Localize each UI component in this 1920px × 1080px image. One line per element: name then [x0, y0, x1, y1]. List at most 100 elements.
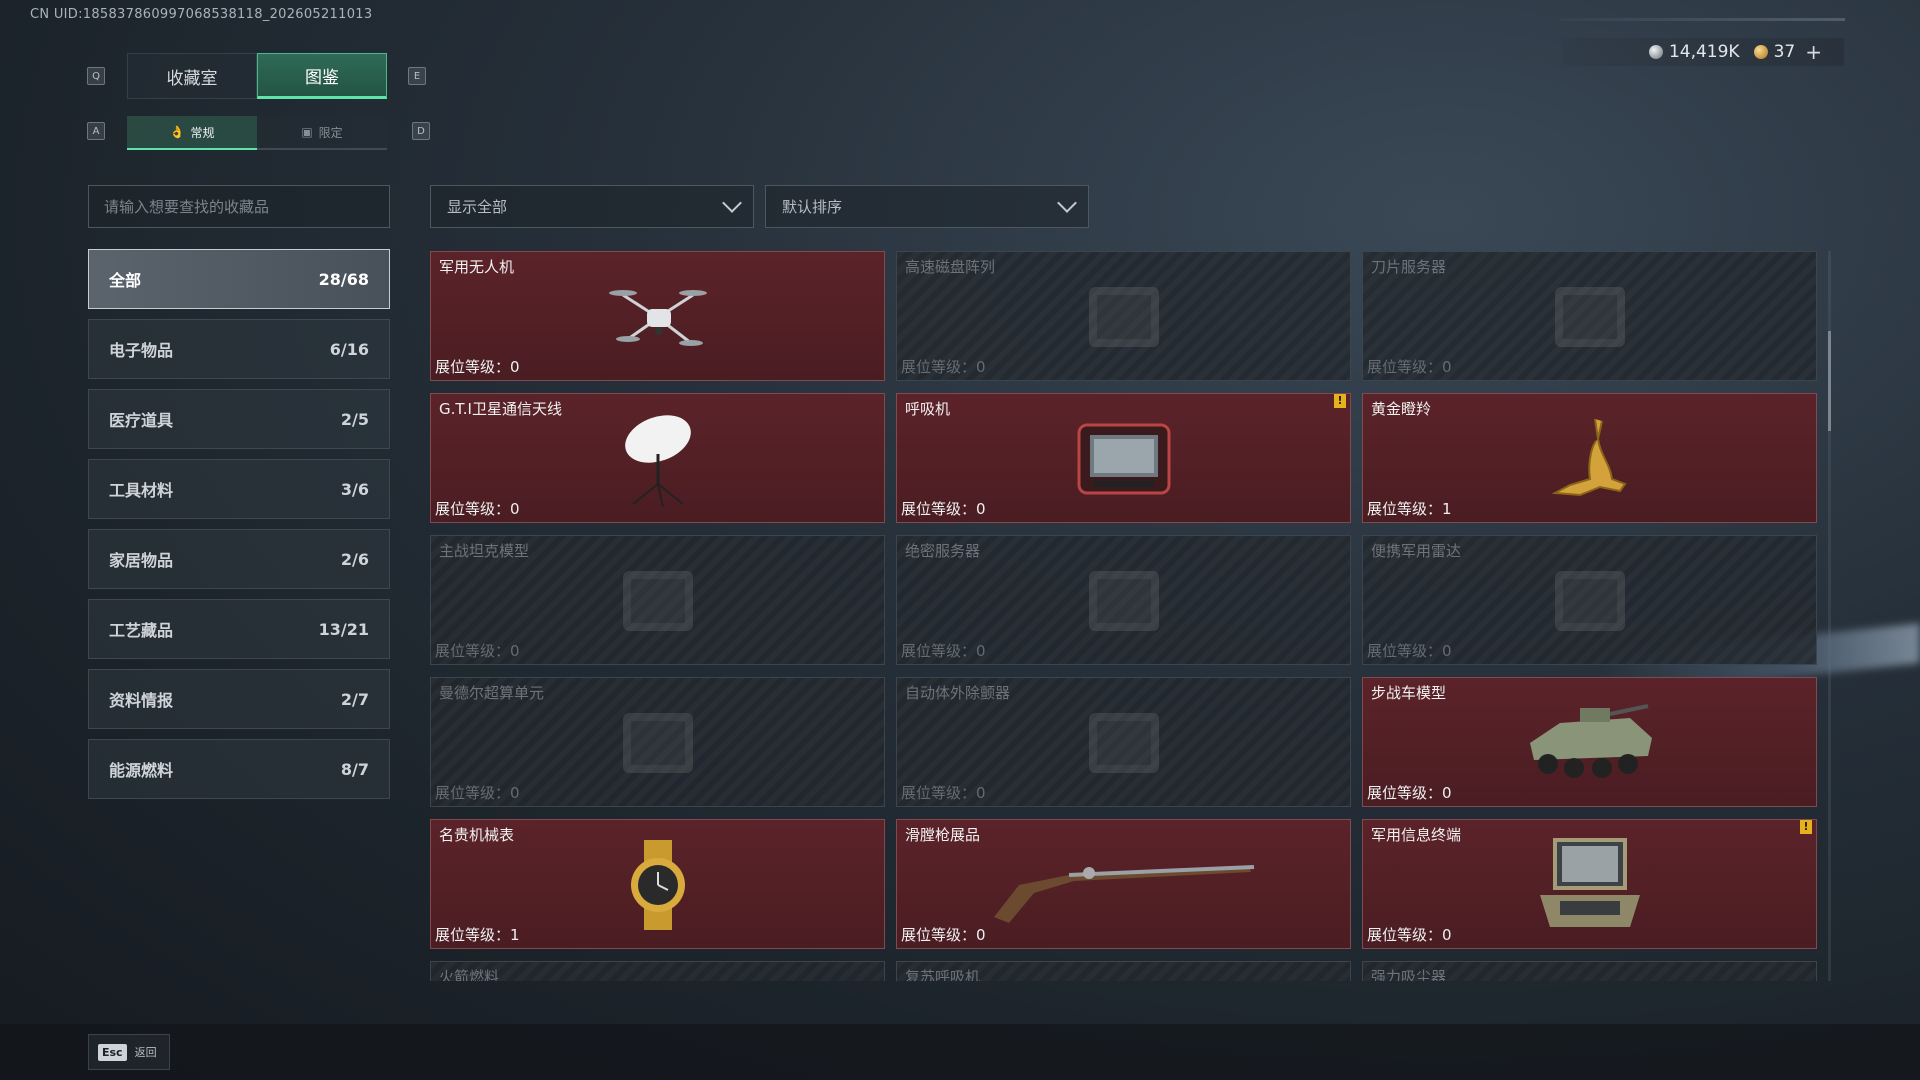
search-input[interactable] [104, 197, 389, 216]
card-level: 展位等级：0 [1367, 356, 1452, 377]
category-energy[interactable]: 能源燃料 8/7 [88, 739, 390, 799]
collection-card[interactable]: 名贵机械表展位等级：1 [430, 819, 885, 949]
category-label: 工艺藏品 [109, 621, 174, 640]
card-level: 展位等级：0 [901, 498, 986, 519]
category-medical[interactable]: 医疗道具 2/5 [88, 389, 390, 449]
card-level-label: 展位等级： [1367, 642, 1443, 660]
tab-catalog[interactable]: 图鉴 [257, 53, 387, 99]
card-title: 名贵机械表 [439, 826, 515, 844]
blade-server-icon [1545, 277, 1635, 361]
card-level-value: 0 [976, 926, 986, 944]
collection-card[interactable]: 刀片服务器 展位等级：0 [1362, 251, 1817, 381]
card-title: 军用无人机 [439, 258, 515, 276]
collection-card[interactable]: 曼德尔超算单元 展位等级：0 [430, 677, 885, 807]
card-level-label: 展位等级： [435, 926, 511, 944]
tab-collection-room[interactable]: 收藏室 [127, 53, 257, 99]
ok-hand-icon: 👌 [169, 125, 185, 139]
silver-currency: 14,419K [1648, 42, 1740, 62]
subtab-limited[interactable]: ▣ 限定 [257, 116, 387, 150]
category-label: 工具材料 [109, 481, 174, 500]
card-level-label: 展位等级： [1367, 784, 1443, 802]
add-currency-button[interactable]: + [1805, 40, 1822, 64]
collection-card[interactable]: 黄金瞪羚 展位等级：1 [1362, 393, 1817, 523]
card-level: 展位等级：0 [1367, 782, 1452, 803]
musket-icon [989, 845, 1259, 929]
category-household[interactable]: 家居物品 2/6 [88, 529, 390, 589]
sort-dropdown-value: 默认排序 [782, 198, 843, 216]
grid-scrollbar[interactable] [1828, 251, 1831, 981]
filter-dropdown[interactable]: 显示全部 [430, 185, 754, 228]
card-title: 复苏呼吸机 [905, 968, 981, 981]
subtab-limited-label: 限定 [318, 125, 343, 140]
category-count: 3/6 [340, 479, 369, 499]
collection-card[interactable]: 绝密服务器展位等级：0 [896, 535, 1351, 665]
collection-card[interactable]: 强力吸尘器展位等级：0 [1362, 961, 1817, 981]
collection-grid: 军用无人机 展位等级：0 高速磁盘阵列 展位等级：0 刀片服务器 展位等级：0 G.T.I卫… [430, 251, 1818, 981]
card-title: 步战车模型 [1371, 684, 1447, 702]
card-level: 展位等级：0 [901, 356, 986, 377]
key-hint-a: A [87, 122, 105, 140]
card-level-value: 0 [510, 784, 520, 802]
collection-card[interactable]: G.T.I卫星通信天线展位等级：0 [430, 393, 885, 523]
subtab-regular[interactable]: 👌 常规 [127, 116, 257, 150]
category-count: 2/5 [340, 409, 369, 429]
scrollbar-thumb[interactable] [1828, 331, 1831, 431]
collection-card[interactable]: 便携军用雷达 展位等级：0 [1362, 535, 1817, 665]
card-level: 展位等级：0 [435, 498, 520, 519]
card-level-value: 0 [510, 358, 520, 376]
card-title: 绝密服务器 [905, 542, 981, 560]
category-label: 电子物品 [109, 341, 174, 360]
card-level-value: 0 [510, 642, 520, 660]
card-title: G.T.I卫星通信天线 [439, 400, 562, 418]
card-title: 火箭燃料 [439, 968, 500, 981]
card-title: 强力吸尘器 [1371, 968, 1447, 981]
collection-card[interactable]: 滑膛枪展品 展位等级：0 [896, 819, 1351, 949]
category-count: 13/21 [318, 619, 369, 639]
alert-icon: ! [1334, 394, 1346, 408]
collection-card[interactable]: 高速磁盘阵列 展位等级：0 [896, 251, 1351, 381]
collection-card[interactable]: 呼吸机 展位等级：0! [896, 393, 1351, 523]
collection-card[interactable]: 军用信息终端 展位等级：0! [1362, 819, 1817, 949]
card-title: 军用信息终端 [1371, 826, 1462, 844]
card-level: 展位等级：1 [435, 924, 520, 945]
card-title: 黄金瞪羚 [1371, 400, 1432, 418]
sort-dropdown[interactable]: 默认排序 [765, 185, 1089, 228]
category-intel[interactable]: 资料情报 2/7 [88, 669, 390, 729]
category-electronics[interactable]: 电子物品 6/16 [88, 319, 390, 379]
collection-card[interactable]: 复苏呼吸机展位等级：0 [896, 961, 1351, 981]
terminal-icon [1530, 835, 1650, 939]
category-label: 医疗道具 [109, 411, 174, 430]
card-level-label: 展位等级： [901, 642, 977, 660]
gold-currency: 37 + [1753, 40, 1822, 64]
card-level: 展位等级：0 [901, 640, 986, 661]
collection-card[interactable]: 主战坦克模型 展位等级：0 [430, 535, 885, 665]
tank-model-icon [613, 561, 703, 645]
chevron-down-icon [722, 192, 742, 213]
golden-gazelle-icon [1540, 409, 1640, 513]
defibrillator-icon [1079, 703, 1169, 787]
back-button[interactable]: Esc 返回 [88, 1034, 170, 1070]
collection-card[interactable]: 步战车模型展位等级：0 [1362, 677, 1817, 807]
category-crafts[interactable]: 工艺藏品 13/21 [88, 599, 390, 659]
collection-card[interactable]: 火箭燃料展位等级：0 [430, 961, 885, 981]
collection-card[interactable]: 军用无人机 展位等级：0 [430, 251, 885, 381]
card-level-value: 0 [1442, 784, 1452, 802]
card-level-label: 展位等级： [901, 358, 977, 376]
category-count: 6/16 [329, 339, 369, 359]
watch-icon [618, 839, 698, 934]
category-count: 2/6 [340, 549, 369, 569]
category-tools[interactable]: 工具材料 3/6 [88, 459, 390, 519]
card-title: 主战坦克模型 [439, 542, 530, 560]
supercomputer-icon [613, 703, 703, 787]
category-count: 28/68 [318, 269, 369, 289]
collection-card[interactable]: 自动体外除颤器 展位等级：0 [896, 677, 1351, 807]
category-all[interactable]: 全部 28/68 [88, 249, 390, 309]
esc-key-icon: Esc [98, 1043, 127, 1061]
card-level-value: 0 [1442, 358, 1452, 376]
gold-coin-icon [1753, 45, 1768, 59]
bottom-bar [0, 1024, 1920, 1080]
uid-label: CN UID:185837860997068538118_20260521101… [30, 7, 373, 22]
card-level-label: 展位等级： [435, 784, 511, 802]
card-title: 滑膛枪展品 [905, 826, 981, 844]
disk-array-icon [1079, 277, 1169, 361]
